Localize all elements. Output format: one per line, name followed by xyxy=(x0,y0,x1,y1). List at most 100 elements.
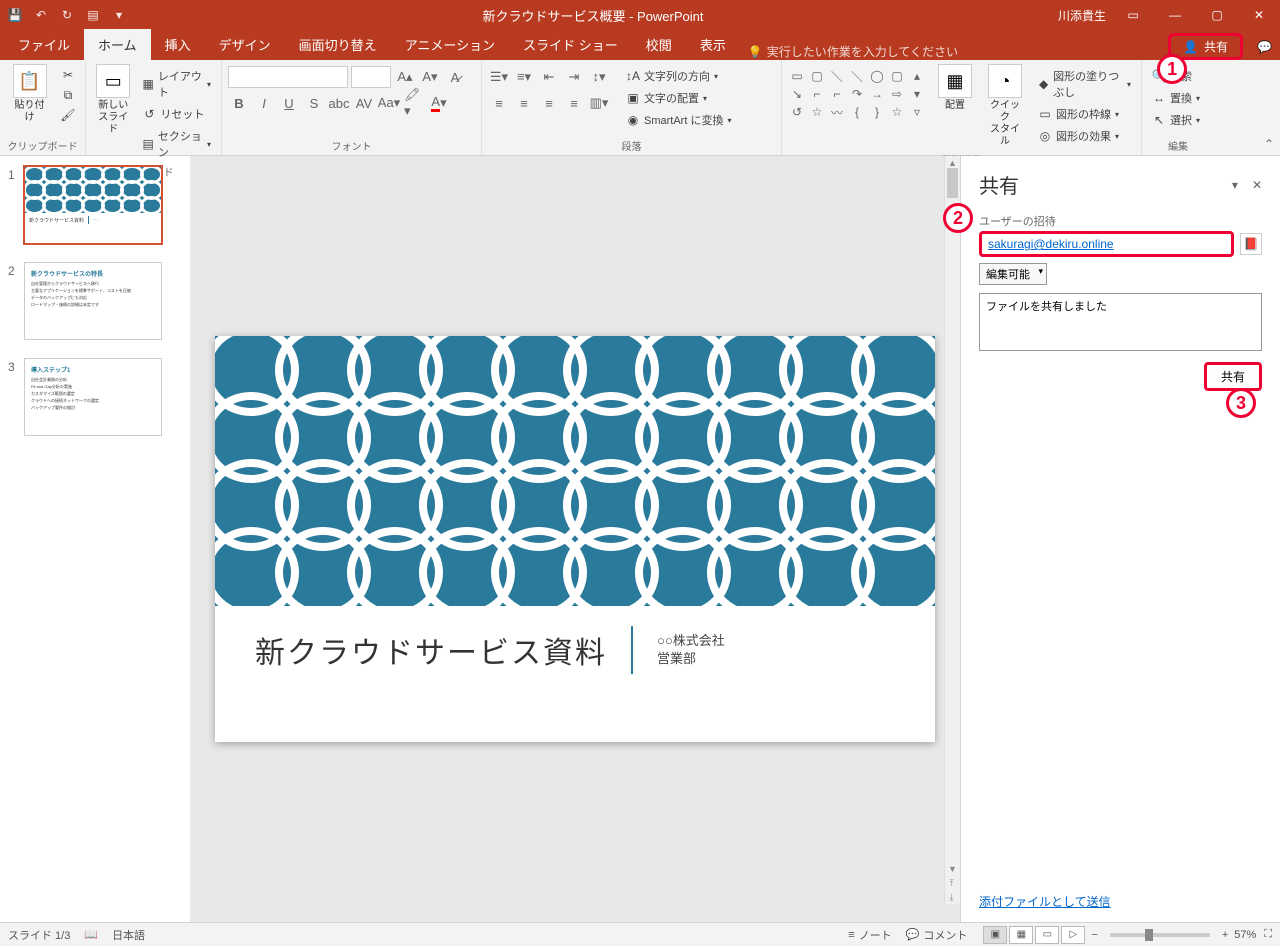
minimize-icon[interactable]: — xyxy=(1160,0,1190,30)
highlight-button[interactable]: 🖍▾ xyxy=(403,92,425,114)
qat-more-icon[interactable]: ▾ xyxy=(110,6,128,24)
tellme-search[interactable]: 💡実行したい作業を入力してください xyxy=(748,43,958,60)
shape-icon[interactable]: ▢ xyxy=(888,68,906,84)
shape-icon[interactable]: ◯ xyxy=(868,68,886,84)
zoom-level[interactable]: 57% xyxy=(1234,929,1256,941)
zoom-in-icon[interactable]: + xyxy=(1222,929,1228,941)
pane-close-icon[interactable]: ✕ xyxy=(1252,178,1262,192)
numbering-button[interactable]: ≡▾ xyxy=(513,66,535,88)
tab-review[interactable]: 校閲 xyxy=(632,29,686,60)
zoom-slider[interactable] xyxy=(1110,933,1210,937)
shape-icon[interactable]: ⇨ xyxy=(888,86,906,102)
indent-button[interactable]: ⇥ xyxy=(563,66,585,88)
shape-outline-button[interactable]: ▭図形の枠線▾ xyxy=(1034,104,1135,124)
italic-button[interactable]: I xyxy=(253,92,275,114)
spacing-button[interactable]: AV xyxy=(353,92,375,114)
sorter-view-icon[interactable]: ▦ xyxy=(1009,926,1033,944)
maximize-icon[interactable]: ▢ xyxy=(1202,0,1232,30)
thumbnail-slide-1[interactable]: 新クラウドサービス資料··· xyxy=(24,166,162,244)
shape-icon[interactable]: ＼ xyxy=(828,68,846,84)
spellcheck-icon[interactable]: 📖 xyxy=(84,928,98,941)
paste-button[interactable]: 📋 貼り付け xyxy=(6,62,53,126)
shape-icon[interactable]: ↘ xyxy=(788,86,806,102)
ribbon-display-icon[interactable]: ▭ xyxy=(1118,0,1148,30)
cut-button[interactable]: ✂ xyxy=(57,66,79,84)
shape-icon[interactable]: → xyxy=(868,86,886,102)
copy-button[interactable]: ⧉ xyxy=(57,86,79,104)
share-message-input[interactable] xyxy=(979,293,1262,351)
clear-format-icon[interactable]: A̷ xyxy=(444,66,466,88)
shape-icon[interactable]: } xyxy=(868,104,886,120)
language-indicator[interactable]: 日本語 xyxy=(112,927,145,943)
zoom-out-icon[interactable]: − xyxy=(1091,929,1097,941)
decrease-font-icon[interactable]: A▾ xyxy=(419,66,441,88)
case-button[interactable]: Aa▾ xyxy=(378,92,400,114)
align-right-button[interactable]: ≡ xyxy=(538,92,560,114)
scroll-down-icon[interactable]: ▼ xyxy=(945,862,960,876)
share-submit-button[interactable]: 共有 xyxy=(1204,362,1262,391)
line-spacing-button[interactable]: ↕▾ xyxy=(588,66,610,88)
tab-view[interactable]: 表示 xyxy=(686,29,740,60)
quick-styles-button[interactable]: ◔クイック スタイル xyxy=(984,62,1026,150)
outdent-button[interactable]: ⇤ xyxy=(538,66,560,88)
text-direction-button[interactable]: ↕A文字列の方向▾ xyxy=(622,66,735,86)
slide-editor[interactable]: 新クラウドサービス資料 ○○株式会社 営業部 ▲ ▼ ⤒ ⤓ xyxy=(190,156,960,922)
shape-icon[interactable]: { xyxy=(848,104,866,120)
font-color-button[interactable]: A▾ xyxy=(428,92,450,114)
comments-top-icon[interactable]: 💬 xyxy=(1249,34,1280,60)
font-size-select[interactable] xyxy=(351,66,391,88)
slideshow-view-icon[interactable]: ▷ xyxy=(1061,926,1085,944)
slide-title-text[interactable]: 新クラウドサービス資料 xyxy=(255,628,607,672)
tab-animations[interactable]: アニメーション xyxy=(391,29,509,60)
select-button[interactable]: ↖選択▾ xyxy=(1148,110,1204,130)
undo-icon[interactable]: ↶ xyxy=(32,6,50,24)
thumbnail-slide-2[interactable]: 新クラウドサービスの特長 自社管理からクラウドサービスへ移行 主要なアプリケーシ… xyxy=(24,262,162,340)
shape-icon[interactable]: ▴ xyxy=(908,68,926,84)
new-slide-button[interactable]: ▭ 新しい スライド xyxy=(92,62,134,138)
shape-icon[interactable]: ▭ xyxy=(788,68,806,84)
fit-window-icon[interactable]: ⛶ xyxy=(1264,928,1272,941)
prev-slide-icon[interactable]: ⤒ xyxy=(944,876,959,890)
normal-view-icon[interactable]: ▣ xyxy=(983,926,1007,944)
smartart-button[interactable]: ◉SmartArt に変換▾ xyxy=(622,110,735,130)
arrange-button[interactable]: ▦配置 xyxy=(934,62,976,114)
address-book-icon[interactable]: 📕 xyxy=(1240,233,1262,255)
reset-button[interactable]: ↺リセット xyxy=(138,104,215,124)
pane-menu-icon[interactable]: ▾ xyxy=(1232,178,1238,192)
justify-button[interactable]: ≡ xyxy=(563,92,585,114)
format-painter-button[interactable]: 🖌 xyxy=(57,106,79,124)
reading-view-icon[interactable]: ▭ xyxy=(1035,926,1059,944)
invite-email-input[interactable]: sakuragi@dekiru.online xyxy=(979,231,1234,257)
align-left-button[interactable]: ≡ xyxy=(488,92,510,114)
slideshow-quick-icon[interactable]: ▤ xyxy=(84,6,102,24)
close-icon[interactable]: ✕ xyxy=(1244,0,1274,30)
redo-icon[interactable]: ↻ xyxy=(58,6,76,24)
send-as-attachment-link[interactable]: 添付ファイルとして送信 xyxy=(979,893,1111,910)
bold-button[interactable]: B xyxy=(228,92,250,114)
shape-icon[interactable]: ＼ xyxy=(848,68,866,84)
align-text-button[interactable]: ▣文字の配置▾ xyxy=(622,88,735,108)
increase-font-icon[interactable]: A▴ xyxy=(394,66,416,88)
strike-button[interactable]: S xyxy=(303,92,325,114)
shape-icon[interactable]: ↷ xyxy=(848,86,866,102)
bullets-button[interactable]: ☰▾ xyxy=(488,66,510,88)
slide-subtitle[interactable]: ○○株式会社 営業部 xyxy=(657,632,725,668)
comments-button[interactable]: 💬コメント xyxy=(906,927,968,943)
user-name[interactable]: 川添貴生 xyxy=(1058,7,1106,24)
next-slide-icon[interactable]: ⤓ xyxy=(944,890,959,904)
shape-icon[interactable]: ▾ xyxy=(908,86,926,102)
shape-icon[interactable]: ⌐ xyxy=(808,86,826,102)
collapse-ribbon-icon[interactable]: ⌃ xyxy=(1264,137,1274,151)
vertical-scrollbar[interactable]: ▲ ▼ ⤒ ⤓ xyxy=(944,156,960,904)
shape-icon[interactable]: ☆ xyxy=(808,104,826,120)
permission-select[interactable]: 編集可能 xyxy=(979,263,1047,285)
align-center-button[interactable]: ≡ xyxy=(513,92,535,114)
underline-button[interactable]: U xyxy=(278,92,300,114)
tab-home[interactable]: ホーム xyxy=(84,29,151,60)
notes-button[interactable]: ≡ノート xyxy=(848,927,891,943)
shape-icon[interactable]: 〰 xyxy=(828,104,846,120)
tab-slideshow[interactable]: スライド ショー xyxy=(509,29,632,60)
tab-insert[interactable]: 挿入 xyxy=(151,29,205,60)
replace-button[interactable]: ↔置換▾ xyxy=(1148,88,1204,108)
tab-file[interactable]: ファイル xyxy=(4,29,84,60)
